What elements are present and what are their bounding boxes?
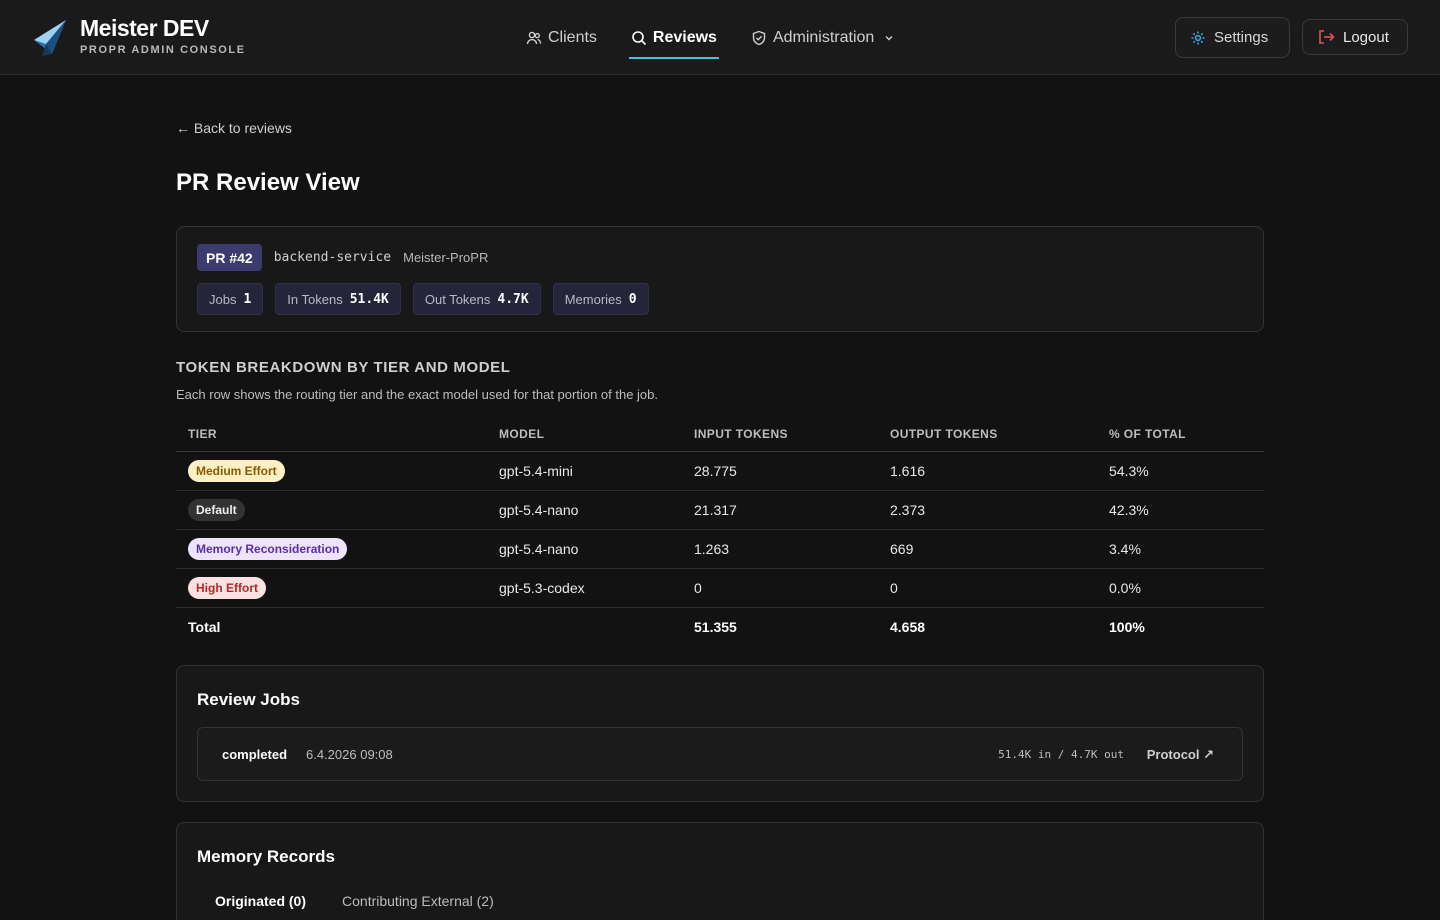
users-icon xyxy=(526,31,542,44)
logout-icon xyxy=(1319,30,1335,44)
stat-value: 51.4K xyxy=(349,291,389,307)
stat-value: 4.7K xyxy=(497,291,529,307)
tier-badge: Default xyxy=(188,498,245,521)
column-header-tier: TIER xyxy=(176,417,487,452)
page-title: PR Review View xyxy=(176,169,360,196)
paper-plane-logo-icon xyxy=(34,20,66,56)
logout-button[interactable]: Logout xyxy=(1302,19,1408,55)
settings-button[interactable]: Settings xyxy=(1175,17,1290,58)
stat-memories: Memories 0 xyxy=(552,283,649,315)
memory-records-title: Memory Records xyxy=(197,847,335,866)
table-row: Memory Reconsideration gpt-5.4-nano 1.26… xyxy=(176,529,1264,569)
logout-label: Logout xyxy=(1343,28,1389,46)
total-input-tokens: 51.355 xyxy=(682,606,878,646)
chevron-down-icon xyxy=(885,35,893,40)
brand[interactable]: Meister DEV PROPR ADMIN CONSOLE xyxy=(32,16,246,58)
memory-records-card: Memory Records Originated (0) Contributi… xyxy=(176,822,1264,920)
stat-value: 0 xyxy=(628,291,637,307)
back-to-reviews-link[interactable]: ← Back to reviews xyxy=(176,120,292,136)
table-row: Default gpt-5.4-nano 21.317 2.373 42.3% xyxy=(176,490,1264,530)
stat-in-tokens: In Tokens 51.4K xyxy=(275,283,401,315)
stat-value: 1 xyxy=(243,291,252,307)
column-header-input-tokens: INPUT TOKENS xyxy=(682,417,878,452)
output-tokens-cell: 0 xyxy=(878,568,1097,608)
memory-tabs: Originated (0) Contributing External (2) xyxy=(197,893,512,909)
protocol-link[interactable]: Protocol ↗ xyxy=(1147,747,1214,763)
total-percent: 100% xyxy=(1097,606,1264,646)
table-row: High Effort gpt-5.3-codex 0 0 0.0% xyxy=(176,568,1264,608)
stat-out-tokens: Out Tokens 4.7K xyxy=(412,283,541,315)
output-tokens-cell: 1.616 xyxy=(878,451,1097,491)
pr-number-badge: PR #42 xyxy=(197,244,262,271)
tab-contributing-external[interactable]: Contributing External (2) xyxy=(324,893,512,909)
input-tokens-cell: 28.775 xyxy=(682,451,878,491)
tier-badge: High Effort xyxy=(188,576,266,599)
percent-cell: 42.3% xyxy=(1097,490,1264,530)
main-nav: Clients Reviews Administration xyxy=(524,0,926,75)
review-job-row[interactable]: completed 6.4.2026 09:08 51.4K in / 4.7K… xyxy=(197,727,1243,781)
stat-label: Memories xyxy=(564,291,622,307)
tier-badge: Medium Effort xyxy=(188,459,285,482)
repository-name: backend-service xyxy=(273,250,392,265)
total-row: Total 51.355 4.658 100% xyxy=(176,606,1264,646)
review-jobs-card: Review Jobs completed 6.4.2026 09:08 51.… xyxy=(176,665,1264,802)
total-model-cell xyxy=(487,606,682,646)
percent-cell: 0.0% xyxy=(1097,568,1264,608)
column-header-percent-total: % OF TOTAL xyxy=(1097,417,1264,452)
input-tokens-cell: 1.263 xyxy=(682,529,878,569)
stat-jobs: Jobs 1 xyxy=(197,283,264,315)
job-date: 6.4.2026 09:08 xyxy=(306,747,393,762)
brand-title: Meister DEV xyxy=(80,15,209,41)
stat-label: Out Tokens xyxy=(424,291,491,307)
search-icon xyxy=(632,30,646,45)
project-name: Meister-ProPR xyxy=(403,250,489,265)
pr-stats: Jobs 1 In Tokens 51.4K Out Tokens 4.7K Memo… xyxy=(197,283,661,315)
input-tokens-cell: 21.317 xyxy=(682,490,878,530)
stat-label: In Tokens xyxy=(287,291,343,307)
model-cell: gpt-5.3-codex xyxy=(487,568,682,608)
nav-reviews-label: Reviews xyxy=(652,28,717,46)
job-token-summary: 51.4K in / 4.7K out xyxy=(998,748,1124,761)
review-jobs-title: Review Jobs xyxy=(197,690,300,709)
input-tokens-cell: 0 xyxy=(682,568,878,608)
job-status: completed xyxy=(222,747,288,762)
nav-clients[interactable]: Clients xyxy=(524,0,599,75)
percent-cell: 3.4% xyxy=(1097,529,1264,569)
brand-subtitle: PROPR ADMIN CONSOLE xyxy=(80,44,246,56)
stat-label: Jobs xyxy=(209,291,237,307)
top-navigation-bar: Meister DEV PROPR ADMIN CONSOLE Clients … xyxy=(0,0,1440,75)
column-header-output-tokens: OUTPUT TOKENS xyxy=(878,417,1097,452)
gear-icon xyxy=(1191,31,1205,44)
settings-label: Settings xyxy=(1214,29,1269,46)
model-cell: gpt-5.4-nano xyxy=(487,490,682,530)
nav-administration[interactable]: Administration xyxy=(749,0,896,75)
tab-originated[interactable]: Originated (0) xyxy=(197,893,324,909)
total-output-tokens: 4.658 xyxy=(878,606,1097,646)
total-label: Total xyxy=(176,606,487,646)
output-tokens-cell: 669 xyxy=(878,529,1097,569)
breakdown-section-title: TOKEN BREAKDOWN BY TIER AND MODEL xyxy=(176,359,511,376)
output-tokens-cell: 2.373 xyxy=(878,490,1097,530)
shield-check-icon xyxy=(752,30,766,45)
model-cell: gpt-5.4-mini xyxy=(487,451,682,491)
tier-badge: Memory Reconsideration xyxy=(188,537,348,560)
breakdown-section-description: Each row shows the routing tier and the … xyxy=(176,387,659,402)
token-breakdown-table: TIER MODEL INPUT TOKENS OUTPUT TOKENS % … xyxy=(176,417,1264,646)
table-header-row: TIER MODEL INPUT TOKENS OUTPUT TOKENS % … xyxy=(176,417,1264,452)
pr-summary-card: PR #42 backend-service Meister-ProPR Job… xyxy=(176,226,1264,332)
table-row: Medium Effort gpt-5.4-mini 28.775 1.616 … xyxy=(176,451,1264,491)
model-cell: gpt-5.4-nano xyxy=(487,529,682,569)
nav-administration-label: Administration xyxy=(772,28,875,46)
nav-reviews[interactable]: Reviews xyxy=(628,0,720,75)
nav-clients-label: Clients xyxy=(548,28,597,46)
column-header-model: MODEL xyxy=(487,417,682,452)
percent-cell: 54.3% xyxy=(1097,451,1264,491)
